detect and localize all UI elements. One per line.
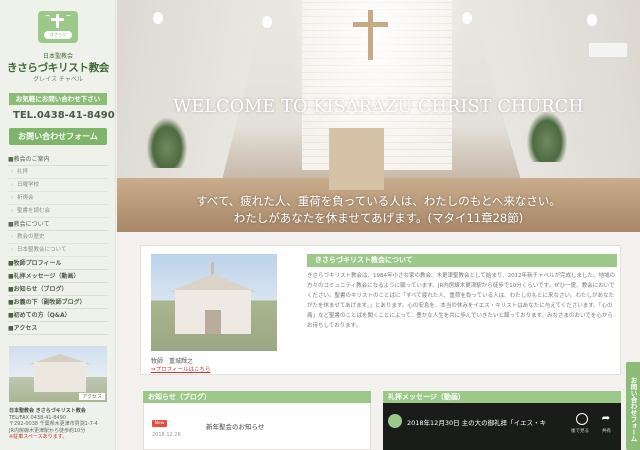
nav-item-history[interactable]: 教会の歴史 [8, 231, 108, 244]
lamp-icon [153, 12, 163, 24]
about-section: 牧師 重城輝之 ⇒プロフィールはこちら きさらづキリスト教会について きさらづキ… [140, 245, 621, 375]
church-name[interactable]: きさらづキリスト教会 [0, 60, 116, 75]
channel-avatar[interactable] [388, 414, 402, 428]
address-block: 日本聖教会 きさらづキリスト教会 TEL/FAX 0438-41-8490 〒2… [9, 408, 98, 440]
about-heading: きさらづキリスト教会について [307, 254, 617, 267]
dove-icon [45, 15, 50, 18]
contact-banner: お気軽にお問い合わせ下さい [9, 93, 107, 105]
logo-label: きさらづ [44, 31, 72, 39]
hero-title: WELCOME TO KISARAZU CHRIST CHURCH [173, 97, 584, 117]
church-photo-thumbnail[interactable]: アクセス [9, 346, 107, 402]
nav-item-prayer[interactable]: 祈祷会 [8, 192, 108, 205]
nav-item-assistant-blog[interactable]: ■お義の下（副牧師ブログ） [8, 296, 108, 309]
news-heading: お知らせ（ブログ） [143, 391, 371, 403]
dove-icon [66, 15, 71, 18]
share-label: 共有 [602, 429, 611, 434]
lamp-icon [262, 16, 272, 28]
air-conditioner [588, 42, 628, 58]
pastor-name: 牧師 重城輝之 [151, 358, 194, 365]
watch-later-label: 後で見る [571, 429, 589, 434]
nav-item-pastor-profile[interactable]: ■牧師プロフィール [8, 257, 108, 270]
nav-item-message-video[interactable]: ■礼拝メッセージ（動画） [8, 270, 108, 283]
news-item-title[interactable]: 新年聖会のお知らせ [206, 421, 264, 431]
nav-item-bible-study[interactable]: 聖書を読む会 [8, 205, 108, 218]
video-heading: 礼拝メッセージ（動画） [383, 391, 621, 403]
cross-icon [56, 14, 59, 28]
nav-item-worship[interactable]: 礼拝 [8, 166, 108, 179]
church-logo[interactable]: きさらづ [38, 11, 78, 43]
hero-banner: WELCOME TO KISARAZU CHRIST CHURCH すべて、疲れ… [117, 0, 640, 232]
nav-item-blog[interactable]: ■お知らせ（ブログ） [8, 283, 108, 296]
nav-section[interactable]: ■教会について [8, 218, 108, 231]
nav-item-sunday-school[interactable]: 日曜学校 [8, 179, 108, 192]
new-badge: New [152, 420, 167, 427]
church-building-photo [151, 254, 277, 351]
contact-form-button[interactable]: お問い合わせフォーム [9, 128, 107, 145]
pulpit [329, 128, 384, 190]
cross-icon [368, 10, 373, 60]
nav-item-access[interactable]: ■アクセス [8, 322, 108, 335]
nav-item-denomination[interactable]: 日本聖教会について [8, 244, 108, 257]
access-tag: アクセス [79, 393, 105, 400]
about-text: きさらづキリスト教会は、1984年小さな家の教会、木更津聖教会として始まり、20… [307, 273, 616, 329]
lamp-icon [587, 14, 597, 26]
share-icon[interactable]: ➦ [600, 413, 612, 425]
hero-verse: すべて、疲れた人、重荷を負っている人は、わたしのもとへ来なさい。 わたしがあなた… [196, 194, 561, 225]
lamp-icon [462, 12, 472, 24]
sidebar-nav: ■教会のご案内 礼拝 日曜学校 祈祷会 聖書を読む会 ■教会について 教会の歴史… [8, 153, 108, 335]
church-kana: グレイス チャペル [33, 76, 83, 83]
nav-section[interactable]: ■教会のご案内 [8, 153, 108, 166]
profile-link[interactable]: ⇒プロフィールはこちら [151, 365, 211, 373]
plant [147, 118, 187, 168]
floating-contact-tab[interactable]: お問い合わせフォーム [626, 362, 640, 450]
video-title[interactable]: 2018年12月30日 主の大の御礼拝「イエス・キ [407, 417, 546, 427]
news-list: New 新年聖会のお知らせ 2018.12.26 [143, 403, 371, 450]
clock-icon[interactable] [576, 413, 588, 425]
sidebar: きさらづ 日本聖教会 きさらづキリスト教会 グレイス チャペル お気軽にお問い合… [0, 0, 116, 450]
nav-item-faq[interactable]: ■初めての方（Q&A） [8, 309, 108, 322]
phone-number[interactable]: TEL.0438-41-8490 [13, 110, 115, 121]
plant [527, 112, 567, 162]
news-item-date: 2018.12.26 [152, 432, 181, 438]
denomination-label: 日本聖教会 [42, 53, 73, 60]
video-embed[interactable]: 2018年12月30日 主の大の御礼拝「イエス・キ ➦ 後で見る 共有 [383, 403, 621, 450]
